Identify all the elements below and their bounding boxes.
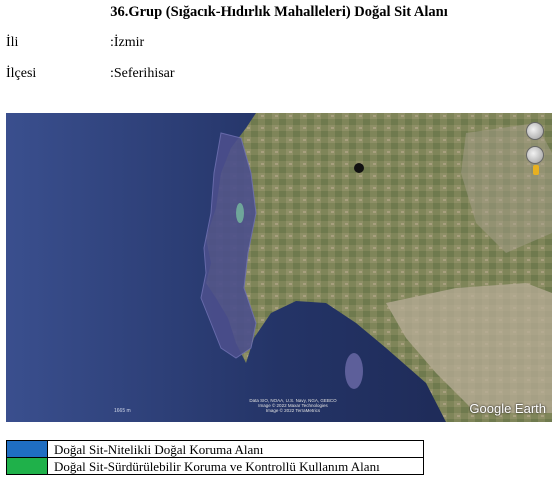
district-value: :Seferihisar — [110, 66, 175, 81]
map-image — [6, 113, 552, 422]
legend-label: Doğal Sit-Nitelikli Doğal Koruma Alanı — [47, 440, 424, 458]
legend-row: Doğal Sit-Sürdürülebilir Koruma ve Kontr… — [6, 457, 424, 475]
satellite-map[interactable]: Data SIO, NOAA, U.S. Navy, NGA, GEBCO Im… — [6, 113, 552, 422]
map-attribution: Data SIO, NOAA, U.S. Navy, NGA, GEBCO Im… — [238, 398, 348, 413]
map-scale: 1665 m — [114, 408, 131, 414]
compass-icon[interactable] — [526, 122, 544, 140]
legend-swatch-green — [6, 457, 48, 475]
pegman-icon[interactable] — [533, 165, 539, 175]
district-label: İlçesi — [6, 66, 37, 81]
google-earth-logo: Google Earth — [469, 401, 546, 416]
province-label: İli — [6, 35, 19, 50]
legend-row: Doğal Sit-Nitelikli Doğal Koruma Alanı — [6, 440, 424, 458]
legend-table: Doğal Sit-Nitelikli Doğal Koruma Alanı D… — [6, 440, 424, 475]
province-value: :İzmir — [110, 35, 145, 50]
legend-label: Doğal Sit-Sürdürülebilir Koruma ve Kontr… — [47, 457, 424, 475]
attribution-line: Image © 2022 TerraMetrics — [265, 408, 321, 413]
legend-swatch-blue — [6, 440, 48, 458]
zoom-icon[interactable] — [526, 146, 544, 164]
document-title: 36.Grup (Sığacık-Hıdırlık Mahalleleri) D… — [110, 4, 448, 20]
